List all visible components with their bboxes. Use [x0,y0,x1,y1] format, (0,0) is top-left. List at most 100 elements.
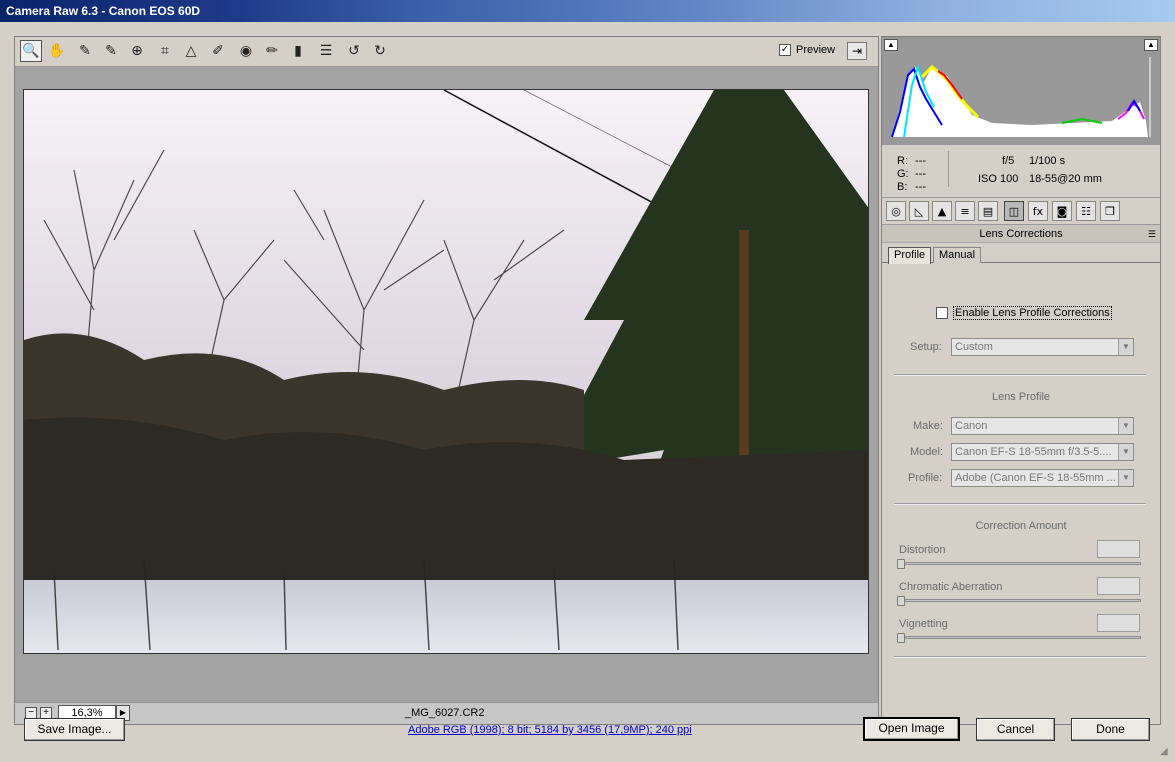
slider-thumb[interactable] [897,559,905,569]
g-label: G: [897,168,909,180]
setup-label: Setup: [910,341,942,353]
color-sampler-tool-icon[interactable]: ✎ [100,40,122,62]
histogram-graph [891,57,1151,138]
chevron-down-icon: ▼ [1118,470,1133,486]
effects-icon[interactable]: fx [1028,201,1048,221]
divider [894,503,1146,505]
distortion-value-field[interactable] [1097,540,1140,558]
tab-profile[interactable]: Profile [888,247,932,264]
lens-focal: 18-55@20 mm [1029,173,1102,185]
preview-toggle[interactable]: ✓ Preview [779,44,835,56]
slider-thumb[interactable] [897,633,905,643]
crop-tool-icon[interactable]: ⌗ [154,40,176,62]
chromatic-aberration-label: Chromatic Aberration [899,581,1003,593]
iso: ISO 100 [978,173,1019,185]
profile-label: Profile: [908,472,943,484]
adjustment-brush-tool-icon[interactable]: ✏ [261,40,283,62]
panel-title-text: Lens Corrections [979,228,1063,240]
camera-calibration-icon[interactable]: ◙ [1052,201,1072,221]
vignetting-value-field[interactable] [1097,614,1140,632]
vignetting-label: Vignetting [899,618,948,630]
correction-amount-heading: Correction Amount [975,520,1067,532]
snapshots-icon[interactable]: ❐ [1100,201,1120,221]
graduated-filter-tool-icon[interactable]: ▮ [287,40,309,62]
histogram: ▲ ▲ [882,37,1160,145]
camera-raw-window: ✓ Preview ⇥ 🔍✋✎✎⊕⌗△✐◉✏▮☰↺↻ [0,22,1175,762]
aperture: f/5 [1002,155,1015,167]
cancel-button[interactable]: Cancel [976,718,1055,741]
chevron-down-icon: ▼ [1118,418,1133,434]
enable-profile-checkbox[interactable] [936,307,948,319]
distortion-slider[interactable] [897,559,1141,569]
divider [894,656,1146,658]
panel-title: Lens Corrections ☰ [882,225,1160,243]
tab-manual[interactable]: Manual [933,247,982,263]
b-value: --- [915,181,926,193]
split-toning-icon[interactable]: ▤ [978,201,998,221]
chevron-down-icon: ▼ [1118,339,1133,355]
panel-menu-icon[interactable]: ☰ [1148,225,1156,243]
model-label: Model: [910,446,944,458]
presets-icon[interactable]: ☷ [1076,201,1096,221]
model-value: Canon EF-S 18-55mm f/3.5-5.... [955,446,1112,458]
spot-removal-tool-icon[interactable]: ✐ [207,40,229,62]
rotate-cw-tool-icon[interactable]: ↻ [369,40,391,62]
profile-select[interactable]: Adobe (Canon EF-S 18-55mm ... ▼ [951,469,1134,487]
r-value: --- [915,155,926,167]
image-pane: ✓ Preview ⇥ 🔍✋✎✎⊕⌗△✐◉✏▮☰↺↻ [14,36,879,725]
workflow-options-link[interactable]: Adobe RGB (1998); 8 bit; 5184 by 3456 (1… [408,724,692,736]
slider-thumb[interactable] [897,596,905,606]
filename: _MG_6027.CR2 [405,707,485,719]
make-value: Canon [955,420,988,432]
save-image-button[interactable]: Save Image... [24,718,125,741]
tool-bar: ✓ Preview ⇥ 🔍 ✋ ✎ ✎ ⊕ ⌗ △ ✐ ◉ ✏ ▮ ☰ ↺ ↻ [15,37,878,67]
g-value: --- [915,168,926,180]
info-divider [948,151,949,187]
straighten-tool-icon[interactable]: △ [180,40,202,62]
rotate-ccw-tool-icon[interactable]: ↺ [343,40,365,62]
adjustments-pane: ▲ ▲ R: --- G: --- B: --- f/5 1/100 s ISO… [881,36,1161,725]
chevron-down-icon: ▼ [1118,444,1133,460]
divider [894,374,1146,376]
white-balance-tool-icon[interactable]: ✎ [74,40,96,62]
detail-icon[interactable]: ▲ [932,201,952,221]
targeted-adjustment-tool-icon[interactable]: ⊕ [126,40,148,62]
hand-tool-icon[interactable]: ✋ [46,40,68,62]
shutter-speed: 1/100 s [1029,155,1066,167]
fullscreen-toggle-icon[interactable]: ⇥ [847,42,867,60]
resize-grip-icon[interactable]: ◢ [1160,746,1168,757]
chromatic-aberration-slider[interactable] [897,596,1141,606]
r-label: R: [897,155,908,167]
camera-info: R: --- G: --- B: --- f/5 1/100 s ISO 100… [882,145,1160,195]
image-preview[interactable] [23,89,869,654]
enable-profile-toggle[interactable]: Enable Lens Profile Corrections [936,306,1112,320]
model-select[interactable]: Canon EF-S 18-55mm f/3.5-5.... ▼ [951,443,1134,461]
status-bar: − + 16,3% ▶ _MG_6027.CR2 [15,702,878,724]
basic-panel-icon[interactable]: ◎ [886,201,906,221]
panel-tab-strip: ◎ ◺ ▲ ≡ ▤ ◫ fx ◙ ☷ ❐ [882,197,1160,225]
setup-select[interactable]: Custom ▼ [951,338,1134,356]
lens-corrections-icon[interactable]: ◫ [1004,201,1024,221]
preview-label: Preview [796,44,836,56]
winter-forest-photo [24,90,868,653]
zoom-tool-icon[interactable]: 🔍 [20,40,42,62]
chromatic-aberration-value-field[interactable] [1097,577,1140,595]
vignetting-slider[interactable] [897,633,1141,643]
setup-value: Custom [955,341,993,353]
subtab-bar: Profile Manual [882,245,1160,264]
done-button[interactable]: Done [1071,718,1150,741]
tone-curve-icon[interactable]: ◺ [909,201,929,221]
distortion-label: Distortion [899,544,946,556]
lens-profile-heading: Lens Profile [991,391,1051,403]
hsl-icon[interactable]: ≡ [955,201,975,221]
b-label: B: [897,181,908,193]
preferences-tool-icon[interactable]: ☰ [315,40,337,62]
preview-checkbox[interactable]: ✓ [779,44,791,56]
make-select[interactable]: Canon ▼ [951,417,1134,435]
red-eye-tool-icon[interactable]: ◉ [235,40,257,62]
profile-value: Adobe (Canon EF-S 18-55mm ... [955,472,1116,484]
enable-profile-label: Enable Lens Profile Corrections [953,306,1112,320]
make-label: Make: [913,420,943,432]
open-image-button[interactable]: Open Image [863,717,960,741]
window-title: Camera Raw 6.3 - Canon EOS 60D [0,0,1175,22]
